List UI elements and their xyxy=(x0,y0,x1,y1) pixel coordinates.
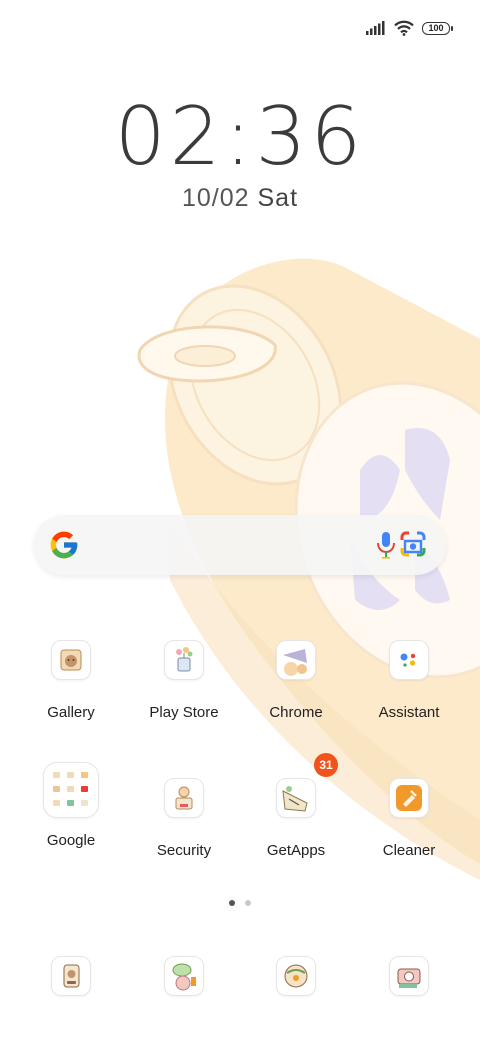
signal-bars-icon xyxy=(366,21,385,35)
app-label: Play Store xyxy=(149,704,219,721)
page-dot-active xyxy=(229,900,235,906)
app-assistant[interactable]: Assistant xyxy=(354,640,464,721)
google-g-icon xyxy=(50,531,78,559)
app-getapps[interactable]: GetApps xyxy=(241,778,351,859)
dock-browser[interactable] xyxy=(241,956,351,996)
app-label: Security xyxy=(156,842,212,859)
day-text: Sat xyxy=(257,184,299,212)
app-chrome[interactable]: Chrome xyxy=(241,640,351,721)
page-dot xyxy=(245,900,251,906)
google-lens-icon[interactable] xyxy=(399,530,427,558)
assistant-icon xyxy=(389,640,429,680)
google-folder-icon xyxy=(43,762,99,818)
messages-icon xyxy=(164,956,204,996)
camera-icon xyxy=(389,956,429,996)
app-label: Chrome xyxy=(269,704,323,721)
notification-badge: 31 xyxy=(314,753,338,777)
clock-widget[interactable]: 02:36 10/02 Sat xyxy=(0,92,480,213)
cleaner-icon xyxy=(389,778,429,818)
play-store-icon xyxy=(164,640,204,680)
battery-indicator: 100 xyxy=(422,21,453,35)
chrome-icon xyxy=(276,640,316,680)
app-label: Gallery xyxy=(47,704,95,721)
app-label: Google xyxy=(46,832,96,849)
clock-time: 02:36 xyxy=(114,90,366,183)
clock-date: 10/02 Sat xyxy=(0,184,480,213)
gallery-icon xyxy=(51,640,91,680)
date-text: 10/02 xyxy=(181,184,250,212)
security-icon xyxy=(164,778,204,818)
browser-icon xyxy=(276,956,316,996)
google-search-bar[interactable] xyxy=(34,515,446,575)
page-indicator xyxy=(0,900,480,906)
app-play-store[interactable]: Play Store xyxy=(129,640,239,721)
app-label: Cleaner xyxy=(382,842,436,859)
dock-messages[interactable] xyxy=(129,956,239,996)
microphone-icon[interactable] xyxy=(374,531,398,559)
app-security[interactable]: Security xyxy=(129,778,239,859)
app-label: Assistant xyxy=(378,704,440,721)
status-bar: 100 xyxy=(366,14,453,42)
wifi-icon xyxy=(394,20,414,36)
getapps-icon xyxy=(276,778,316,818)
app-gallery[interactable]: Gallery xyxy=(16,640,126,721)
app-cleaner[interactable]: Cleaner xyxy=(354,778,464,859)
app-label: GetApps xyxy=(266,842,326,859)
dock-camera[interactable] xyxy=(354,956,464,996)
app-google-folder[interactable]: Google xyxy=(16,762,126,849)
dock-phone[interactable] xyxy=(16,956,126,996)
phone-icon xyxy=(51,956,91,996)
